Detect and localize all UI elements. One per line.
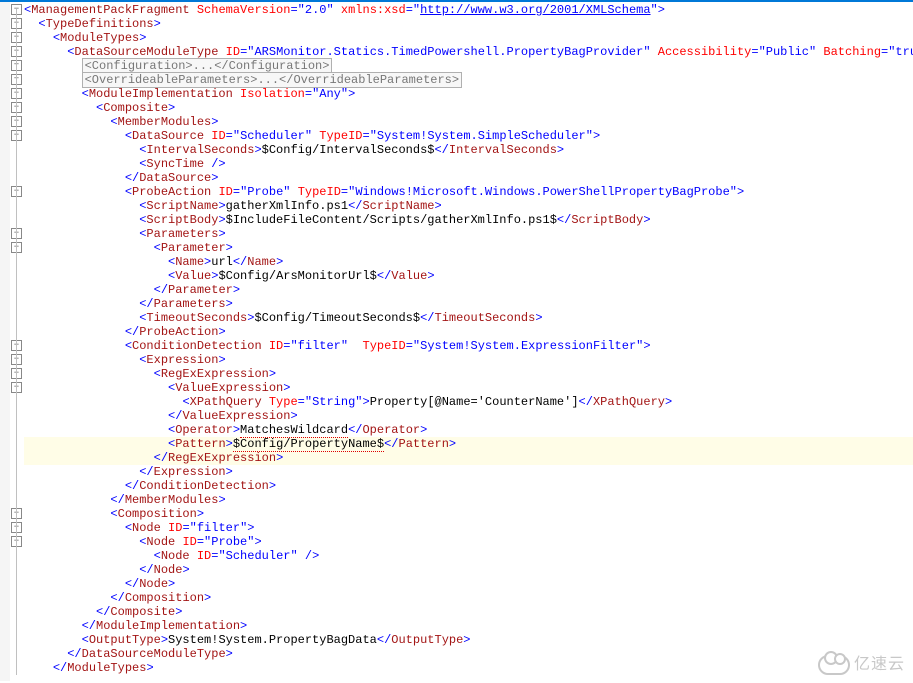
code-line[interactable]: </ConditionDetection> <box>24 479 913 493</box>
code-line[interactable]: <DataSourceModuleType ID="ARSMonitor.Sta… <box>24 45 913 59</box>
code-line[interactable]: <Parameter> <box>24 241 913 255</box>
code-line[interactable]: <Composition> <box>24 507 913 521</box>
xml-editor[interactable]: −−−−++−−−−−−−−−−−−−− <ManagementPackFrag… <box>0 0 913 681</box>
code-line[interactable]: </ModuleImplementation> <box>24 619 913 633</box>
code-line[interactable]: </Parameter> <box>24 283 913 297</box>
fold-guide <box>16 9 17 675</box>
code-line[interactable]: </ProbeAction> <box>24 325 913 339</box>
code-line[interactable]: </Composition> <box>24 591 913 605</box>
code-line[interactable]: </MemberModules> <box>24 493 913 507</box>
watermark: 亿速云 <box>818 655 905 675</box>
code-line[interactable]: <TimeoutSeconds>$Config/TimeoutSeconds$<… <box>24 311 913 325</box>
code-line[interactable]: <Composite> <box>24 101 913 115</box>
code-line[interactable]: <OverrideableParameters>...</Overrideabl… <box>24 73 913 87</box>
code-line[interactable]: </Node> <box>24 577 913 591</box>
code-line[interactable]: </RegExExpression> <box>24 451 913 465</box>
code-area[interactable]: <ManagementPackFragment SchemaVersion="2… <box>24 2 913 675</box>
code-line[interactable]: <MemberModules> <box>24 115 913 129</box>
code-line[interactable]: <Operator>MatchesWildcard</Operator> <box>24 423 913 437</box>
code-line[interactable]: <ScriptBody>$IncludeFileContent/Scripts/… <box>24 213 913 227</box>
code-line[interactable]: <ConditionDetection ID="filter" TypeID="… <box>24 339 913 353</box>
code-line[interactable]: </Composite> <box>24 605 913 619</box>
cloud-icon <box>818 655 850 675</box>
code-line[interactable]: <Pattern>$Config/PropertyName$</Pattern> <box>24 437 913 451</box>
code-line[interactable]: <Expression> <box>24 353 913 367</box>
code-line[interactable]: <Node ID="filter"> <box>24 521 913 535</box>
code-line[interactable]: <RegExExpression> <box>24 367 913 381</box>
code-line[interactable]: </DataSource> <box>24 171 913 185</box>
code-line[interactable]: </ValueExpression> <box>24 409 913 423</box>
code-line[interactable]: </Expression> <box>24 465 913 479</box>
code-line[interactable]: </Node> <box>24 563 913 577</box>
code-line[interactable]: <Configuration>...</Configuration> <box>24 59 913 73</box>
code-line[interactable]: </Parameters> <box>24 297 913 311</box>
watermark-text: 亿速云 <box>854 658 905 672</box>
code-line[interactable]: <Name>url</Name> <box>24 255 913 269</box>
code-line[interactable]: <OutputType>System!System.PropertyBagDat… <box>24 633 913 647</box>
code-line[interactable]: <Node ID="Probe"> <box>24 535 913 549</box>
code-line[interactable]: <ManagementPackFragment SchemaVersion="2… <box>24 3 913 17</box>
code-line[interactable]: <Value>$Config/ArsMonitorUrl$</Value> <box>24 269 913 283</box>
code-line[interactable]: <ScriptName>gatherXmlInfo.ps1</ScriptNam… <box>24 199 913 213</box>
fold-column[interactable]: −−−−++−−−−−−−−−−−−−− <box>10 2 24 681</box>
code-line[interactable]: <TypeDefinitions> <box>24 17 913 31</box>
code-line[interactable]: <SyncTime /> <box>24 157 913 171</box>
code-line[interactable]: <IntervalSeconds>$Config/IntervalSeconds… <box>24 143 913 157</box>
code-line[interactable]: <DataSource ID="Scheduler" TypeID="Syste… <box>24 129 913 143</box>
code-line[interactable]: <Node ID="Scheduler" /> <box>24 549 913 563</box>
code-line[interactable]: <ModuleImplementation Isolation="Any"> <box>24 87 913 101</box>
code-line[interactable]: </DataSourceModuleType> <box>24 647 913 661</box>
code-line[interactable]: </ModuleTypes> <box>24 661 913 675</box>
code-line[interactable]: <Parameters> <box>24 227 913 241</box>
code-line[interactable]: <ValueExpression> <box>24 381 913 395</box>
code-line[interactable]: <XPathQuery Type="String">Property[@Name… <box>24 395 913 409</box>
code-line[interactable]: <ModuleTypes> <box>24 31 913 45</box>
code-line[interactable]: <ProbeAction ID="Probe" TypeID="Windows!… <box>24 185 913 199</box>
